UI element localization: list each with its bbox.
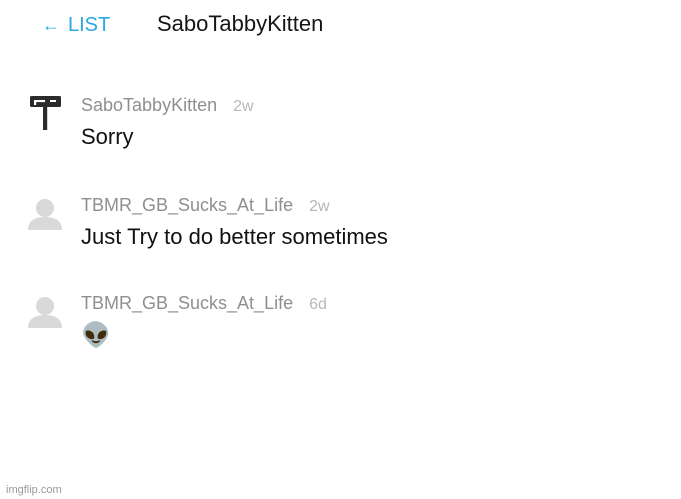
alien-emoji-message: 👽	[81, 322, 111, 349]
message-text: Just Try to do better sometimes	[81, 224, 388, 249]
back-to-list-link[interactable]: ← LIST	[42, 12, 110, 38]
message-item: TBMR_GB_Sucks_At_Life 2w Just Try to do …	[0, 194, 681, 274]
message-item: SaboTabbyKitten 2w Sorry	[0, 94, 681, 174]
default-user-icon[interactable]	[27, 194, 63, 230]
signpost-icon[interactable]	[27, 94, 63, 130]
message-text: Sorry	[81, 124, 134, 149]
message-meta: TBMR_GB_Sucks_At_Life 2w	[81, 194, 330, 218]
message-username[interactable]: TBMR_GB_Sucks_At_Life	[81, 292, 293, 314]
message-username[interactable]: TBMR_GB_Sucks_At_Life	[81, 194, 293, 216]
message-timestamp: 2w	[233, 98, 254, 115]
message-meta: SaboTabbyKitten 2w	[81, 94, 254, 118]
back-arrow-icon: ←	[42, 15, 60, 35]
default-user-icon[interactable]	[27, 292, 63, 328]
message-item: TBMR_GB_Sucks_At_Life 6d 👽	[0, 292, 681, 372]
message-meta: TBMR_GB_Sucks_At_Life 6d	[81, 292, 327, 316]
top-navigation-bar: ← LIST SaboTabbyKitten	[0, 0, 681, 52]
message-timestamp: 6d	[309, 296, 327, 313]
imgflip-watermark: imgflip.com	[6, 484, 62, 496]
message-username[interactable]: SaboTabbyKitten	[81, 94, 217, 116]
back-link-label: LIST	[68, 14, 111, 36]
message-timestamp: 2w	[309, 198, 330, 215]
conversation-title: SaboTabbyKitten	[157, 11, 324, 36]
